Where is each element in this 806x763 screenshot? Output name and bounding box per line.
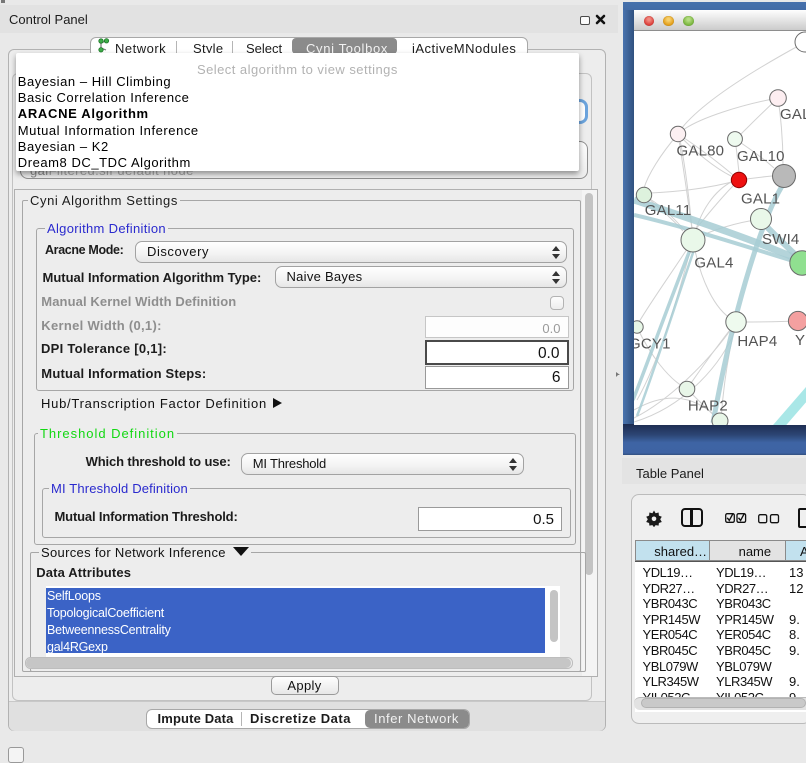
svg-text:GAL10: GAL10 xyxy=(737,148,785,165)
svg-text:GAL80: GAL80 xyxy=(677,143,725,160)
svg-text:SWI4: SWI4 xyxy=(762,231,799,248)
svg-text:GCY1: GCY1 xyxy=(634,336,671,353)
svg-text:Y: Y xyxy=(795,332,805,349)
svg-text:HAP4: HAP4 xyxy=(737,333,777,350)
svg-text:GAL11: GAL11 xyxy=(645,202,692,219)
svg-text:HAP2: HAP2 xyxy=(688,398,728,415)
svg-text:GAL2: GAL2 xyxy=(780,106,806,123)
svg-text:GAL4: GAL4 xyxy=(694,254,733,271)
svg-text:GAL1: GAL1 xyxy=(741,191,780,208)
